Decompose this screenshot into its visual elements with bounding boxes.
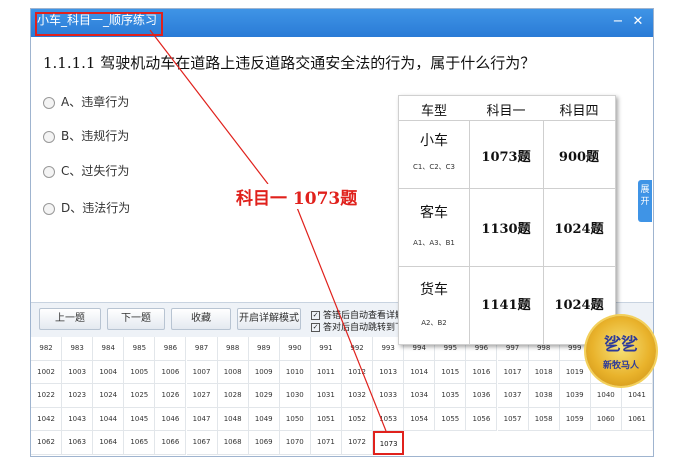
subject-four-count: 1024题 bbox=[554, 298, 604, 313]
row-divider bbox=[399, 120, 615, 121]
subject-one-count: 1073题 bbox=[481, 150, 531, 165]
subject-one-count: 1141题 bbox=[481, 298, 531, 313]
logo-mark: 乷乷 bbox=[604, 335, 638, 355]
license-types: A2、B2 bbox=[421, 319, 447, 327]
subject-four-count: 1024题 bbox=[554, 222, 604, 237]
license-types: A1、A3、B1 bbox=[413, 239, 455, 247]
header-subject-one: 科目一 bbox=[486, 104, 526, 119]
arrow-line-title bbox=[149, 29, 269, 185]
header-subject-four: 科目四 bbox=[559, 104, 599, 119]
subject-four-count: 900题 bbox=[558, 150, 600, 165]
license-types: C1、C2、C3 bbox=[412, 163, 456, 171]
header-vehicle-type: 车型 bbox=[420, 104, 447, 119]
arrow-line-grid bbox=[295, 204, 387, 432]
vehicle-type-car: 小车 bbox=[420, 133, 448, 149]
annotation-label: 科目一 1073题 bbox=[236, 184, 358, 209]
vehicle-type-bus: 客车 bbox=[420, 205, 448, 221]
row-divider bbox=[399, 266, 615, 267]
row-divider bbox=[399, 188, 615, 189]
subject-one-count: 1130题 bbox=[481, 222, 531, 237]
question-count-table: 车型 科目一 科目四 小车 C1、C2、C3 1073题 900题 客车 A1、… bbox=[398, 95, 616, 345]
logo-text: 新牧马人 bbox=[602, 361, 639, 371]
watermark-logo: 乷乷 新牧马人 bbox=[586, 316, 656, 386]
vehicle-type-truck: 货车 bbox=[420, 282, 448, 298]
